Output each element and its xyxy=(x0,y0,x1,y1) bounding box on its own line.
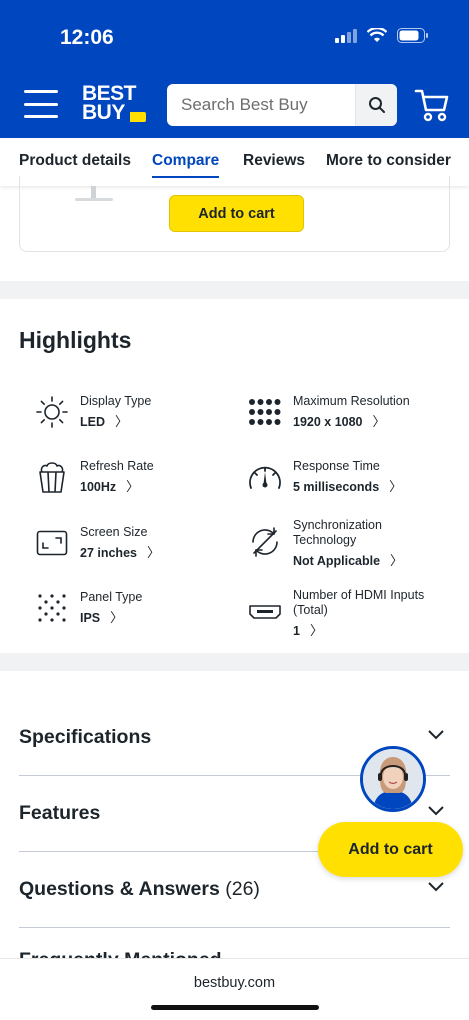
highlight-refresh-rate[interactable]: Refresh Rate 100Hz 〉 xyxy=(34,459,154,495)
highlight-label: Refresh Rate xyxy=(80,459,154,473)
assistant-avatar-icon xyxy=(363,749,423,809)
search-bar[interactable]: Search Best Buy xyxy=(167,84,397,126)
highlight-value: 100Hz xyxy=(80,480,117,494)
panel-dots-icon xyxy=(38,594,66,622)
highlight-value: 5 milliseconds xyxy=(293,480,380,494)
highlight-display-type[interactable]: Display Type LED 〉 xyxy=(34,394,151,430)
popcorn-icon xyxy=(39,462,65,493)
search-button[interactable] xyxy=(355,84,397,126)
highlight-value: IPS xyxy=(80,611,101,625)
highlight-label: Display Type xyxy=(80,394,152,408)
highlight-value: 1920 x 1080 xyxy=(293,415,363,429)
section-divider xyxy=(0,281,469,299)
highlights-title: Highlights xyxy=(19,327,132,353)
chevron-right-icon: 〉 xyxy=(146,545,160,560)
floating-add-to-cart-button[interactable]: Add to cart xyxy=(318,822,463,877)
site-header: BEST BUY Search Best Buy xyxy=(0,70,469,138)
highlight-panel-type[interactable]: Panel Type IPS 〉 xyxy=(34,590,142,626)
screen-size-icon xyxy=(36,530,68,556)
section-divider xyxy=(0,653,469,671)
accordion-title: Specifications xyxy=(19,726,152,748)
home-indicator[interactable] xyxy=(151,1005,319,1010)
browser-url[interactable]: bestbuy.com xyxy=(0,975,469,991)
highlight-value: LED xyxy=(80,415,105,429)
sun-icon xyxy=(36,396,68,428)
menu-line-icon xyxy=(24,102,58,106)
highlight-value: 27 inches xyxy=(80,546,137,560)
accordion-title: Features xyxy=(19,802,101,824)
tab-reviews[interactable]: Reviews xyxy=(243,152,305,170)
highlight-screen-size[interactable]: Screen Size 27 inches 〉 xyxy=(34,525,160,561)
accordion-count: (26) xyxy=(225,878,260,900)
hdmi-icon xyxy=(249,605,281,619)
status-time: 12:06 xyxy=(60,26,114,49)
chevron-right-icon: 〉 xyxy=(115,414,129,429)
tab-compare[interactable]: Compare xyxy=(152,152,220,178)
chevron-down-icon xyxy=(428,882,444,892)
wifi-icon xyxy=(367,28,387,42)
chevron-right-icon: 〉 xyxy=(126,479,140,494)
highlight-label: Number of HDMI Inputs (Total) xyxy=(293,588,425,617)
accordion-title: Questions & Answers (26) xyxy=(19,878,260,901)
chat-assistant-avatar[interactable] xyxy=(360,746,426,812)
highlight-label: Panel Type xyxy=(80,590,143,604)
highlight-maximum-resolution[interactable]: Maximum Resolution 1920 x 1080 〉 xyxy=(247,394,410,430)
chevron-down-icon xyxy=(428,806,444,816)
gauge-icon xyxy=(249,466,281,489)
signal-icon xyxy=(335,28,357,43)
battery-icon xyxy=(397,28,428,43)
product-stand-image xyxy=(75,186,113,202)
chevron-down-icon xyxy=(428,730,444,740)
accordion-title-text: Questions & Answers xyxy=(19,878,220,900)
logo-tag-icon xyxy=(130,112,146,122)
logo-line-2: BUY xyxy=(82,101,125,124)
browser-bottom-bar: bestbuy.com xyxy=(0,958,469,1020)
search-icon xyxy=(368,97,385,113)
status-bar: 12:06 xyxy=(0,0,469,70)
menu-line-icon xyxy=(24,115,58,118)
add-to-cart-button[interactable]: Add to cart xyxy=(169,195,304,232)
highlight-label: Screen Size xyxy=(80,525,148,539)
hamburger-menu-button[interactable] xyxy=(24,90,58,118)
search-input[interactable]: Search Best Buy xyxy=(167,95,355,115)
highlight-hdmi-inputs[interactable]: Number of HDMI Inputs (Total) 1 〉 xyxy=(247,588,433,639)
chevron-right-icon: 〉 xyxy=(110,610,124,625)
highlight-value: Not Applicable xyxy=(293,554,381,568)
status-icons xyxy=(335,28,429,43)
highlight-value: 1 xyxy=(293,624,300,638)
chevron-right-icon: 〉 xyxy=(309,623,323,638)
tab-more-to-consider[interactable]: More to consider xyxy=(326,152,451,170)
sync-icon xyxy=(252,527,278,557)
chevron-right-icon: 〉 xyxy=(372,414,386,429)
chevron-right-icon: 〉 xyxy=(389,479,403,494)
highlight-label: Synchronization Technology xyxy=(293,518,382,547)
chevron-right-icon: 〉 xyxy=(390,553,404,568)
highlight-response-time[interactable]: Response Time 5 milliseconds 〉 xyxy=(247,459,402,495)
menu-line-icon xyxy=(24,90,58,93)
best-buy-logo[interactable]: BEST BUY xyxy=(82,83,146,124)
grid-dots-icon xyxy=(249,399,281,425)
tab-product-details[interactable]: Product details xyxy=(19,152,131,170)
highlight-label: Maximum Resolution xyxy=(293,394,410,408)
cart-icon[interactable] xyxy=(414,88,450,122)
highlight-synchronization-technology[interactable]: Synchronization Technology Not Applicabl… xyxy=(247,518,403,569)
highlight-label: Response Time xyxy=(293,459,380,473)
